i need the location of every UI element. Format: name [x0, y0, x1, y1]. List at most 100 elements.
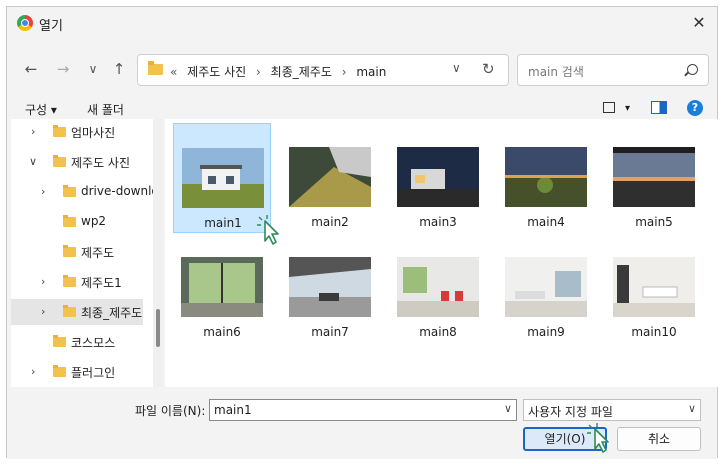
- chevron-down-icon[interactable]: ∨: [29, 155, 37, 168]
- chevron-down-icon[interactable]: ∨: [504, 402, 512, 415]
- breadcrumb-separator[interactable]: ›: [342, 65, 347, 79]
- breadcrumb-item-jeju-photos[interactable]: 제주도 사진: [187, 65, 246, 79]
- navigation-bar: ← → ∨ ↑ « 제주도 사진 › 최종_제주도 › main ∨ ↻ mai…: [7, 43, 717, 95]
- tree-item-drive-download[interactable]: › drive-downlo: [11, 179, 159, 205]
- chevron-right-icon[interactable]: ›: [41, 275, 45, 288]
- breadcrumb-separator[interactable]: ›: [256, 65, 261, 79]
- address-bar[interactable]: « 제주도 사진 › 최종_제주도 › main ∨ ↻: [137, 54, 509, 86]
- tree-item-label: 플러그인: [71, 366, 116, 380]
- folder-icon: [63, 185, 76, 197]
- image-thumbnail: [289, 147, 371, 207]
- image-thumbnail: [397, 147, 479, 207]
- mouse-pointer-icon: [257, 215, 279, 245]
- navigation-pane: › 엄마사진 ∨ 제주도 사진 › drive-downlo wp2 제주도 ›…: [11, 119, 159, 387]
- chevron-right-icon[interactable]: ›: [31, 125, 35, 138]
- tree-item-wp2[interactable]: wp2: [11, 209, 143, 235]
- tree-item-plugins[interactable]: › 플러그인: [11, 359, 143, 385]
- dialog-footer: 파일 이름(N): main1 ∨ 사용자 지정 파일 ∨ 열기(O) 취소: [7, 389, 717, 459]
- chrome-app-icon: [17, 15, 33, 31]
- tree-item-mom-photos[interactable]: › 엄마사진: [11, 119, 143, 145]
- search-icon[interactable]: [687, 64, 698, 75]
- breadcrumb-overflow[interactable]: «: [170, 65, 177, 79]
- breadcrumb-item-main[interactable]: main: [356, 65, 386, 79]
- file-item-main3[interactable]: main3: [389, 123, 487, 233]
- refresh-icon[interactable]: ↻: [482, 60, 495, 78]
- image-thumbnail: [182, 148, 264, 208]
- back-button[interactable]: ←: [19, 57, 43, 81]
- tree-item-label: 제주도 사진: [71, 156, 131, 170]
- image-thumbnail: [181, 257, 263, 317]
- folder-icon: [53, 365, 66, 377]
- file-item-main7[interactable]: main7: [281, 233, 379, 343]
- file-item-main4[interactable]: main4: [497, 123, 595, 233]
- open-file-dialog: 열기 ✕ ← → ∨ ↑ « 제주도 사진 › 최종_제주도 › main ∨ …: [6, 6, 719, 459]
- folder-icon: [53, 335, 66, 347]
- file-name: main9: [527, 325, 565, 339]
- folder-icon: [53, 155, 66, 167]
- mouse-pointer-icon: [587, 423, 609, 453]
- organize-button[interactable]: 구성 ▾: [25, 101, 57, 118]
- scrollbar-thumb[interactable]: [156, 309, 160, 347]
- file-name: main2: [311, 215, 349, 229]
- chevron-right-icon[interactable]: ›: [41, 305, 45, 318]
- tree-item-label: drive-downlo: [81, 184, 159, 198]
- close-button[interactable]: ✕: [687, 11, 711, 35]
- image-thumbnail: [613, 147, 695, 207]
- file-item-main10[interactable]: main10: [605, 233, 703, 343]
- chevron-right-icon[interactable]: ›: [31, 365, 35, 378]
- file-item-main9[interactable]: main9: [497, 233, 595, 343]
- new-folder-button[interactable]: 새 폴더: [87, 101, 124, 118]
- title-bar: 열기 ✕: [7, 7, 717, 39]
- tree-item-jeju[interactable]: 제주도: [11, 239, 143, 265]
- file-type-select[interactable]: 사용자 지정 파일 ∨: [523, 399, 701, 421]
- chevron-down-icon[interactable]: ∨: [688, 402, 696, 415]
- folder-icon: [63, 245, 76, 257]
- address-dropdown-icon[interactable]: ∨: [452, 61, 461, 75]
- file-list: main1 main2 main3 main4 main5 main6 main…: [165, 119, 719, 387]
- tree-item-label: 코스모스: [71, 336, 116, 350]
- filename-value: main1: [214, 403, 252, 417]
- filename-input[interactable]: main1 ∨: [209, 399, 517, 421]
- tree-item-cosmos[interactable]: 코스모스: [11, 329, 143, 355]
- search-input[interactable]: main 검색: [517, 54, 709, 86]
- up-button[interactable]: ↑: [107, 57, 131, 81]
- tree-item-label: 엄마사진: [71, 126, 116, 140]
- folder-icon: [53, 125, 66, 137]
- file-name: main10: [631, 325, 677, 339]
- tree-item-jeju1[interactable]: › 제주도1: [11, 269, 143, 295]
- tree-item-label: 제주도: [81, 246, 115, 260]
- image-thumbnail: [505, 257, 587, 317]
- navigation-scrollbar[interactable]: [153, 119, 163, 387]
- file-name: main8: [419, 325, 457, 339]
- file-item-main6[interactable]: main6: [173, 233, 271, 343]
- dialog-title: 열기: [39, 19, 63, 34]
- file-type-value: 사용자 지정 파일: [528, 405, 613, 419]
- help-icon[interactable]: ?: [687, 100, 703, 116]
- image-thumbnail: [505, 147, 587, 207]
- view-options-icon[interactable]: [603, 102, 615, 113]
- tree-item-label: 제주도1: [81, 276, 122, 290]
- file-item-main5[interactable]: main5: [605, 123, 703, 233]
- cancel-button[interactable]: 취소: [617, 427, 701, 451]
- tree-item-label: wp2: [81, 214, 107, 228]
- file-name: main5: [635, 215, 673, 229]
- file-item-main8[interactable]: main8: [389, 233, 487, 343]
- filename-label: 파일 이름(N):: [135, 404, 206, 418]
- file-name: main7: [311, 325, 349, 339]
- folder-icon: [63, 275, 76, 287]
- preview-pane-icon[interactable]: [651, 101, 667, 114]
- folder-icon: [63, 215, 76, 227]
- tree-item-label: 최종_제주도: [81, 306, 143, 320]
- tree-item-final-jeju[interactable]: › 최종_제주도: [11, 299, 143, 325]
- file-name: main6: [203, 325, 241, 339]
- chevron-right-icon[interactable]: ›: [41, 185, 45, 198]
- forward-button[interactable]: →: [51, 57, 75, 81]
- image-thumbnail: [397, 257, 479, 317]
- view-dropdown-icon[interactable]: ▾: [625, 103, 630, 114]
- file-item-main2[interactable]: main2: [281, 123, 379, 233]
- breadcrumb: « 제주도 사진 › 최종_제주도 › main: [170, 63, 392, 80]
- tree-item-jeju-photos[interactable]: ∨ 제주도 사진: [11, 149, 143, 175]
- recent-locations-button[interactable]: ∨: [81, 57, 105, 81]
- folder-icon: [148, 61, 163, 75]
- breadcrumb-item-final-jeju[interactable]: 최종_제주도: [271, 65, 332, 79]
